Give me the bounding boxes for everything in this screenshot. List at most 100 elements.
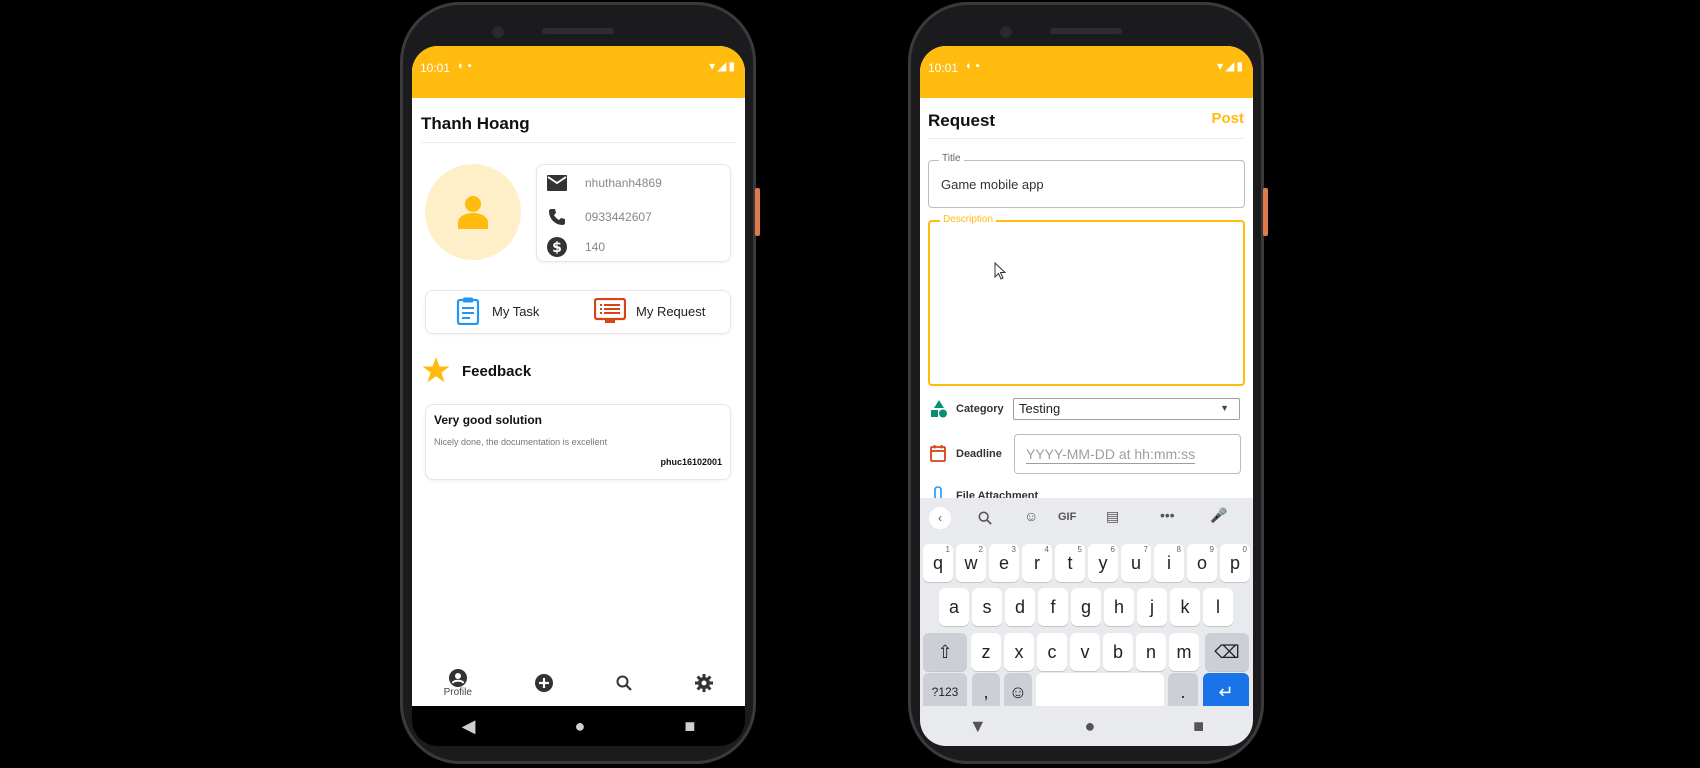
status-bar: 10:01 ◐ ▪ ▾◢▮	[412, 46, 745, 98]
feedback-card[interactable]: Very good solution Nicely done, the docu…	[425, 404, 731, 480]
keyboard-search-icon[interactable]	[978, 511, 992, 525]
my-task-label: My Task	[492, 303, 540, 319]
notification-icons: ◐ ▪	[458, 60, 472, 72]
deadline-label: Deadline	[956, 448, 1002, 460]
key-m[interactable]: m	[1169, 633, 1199, 671]
person-icon	[458, 196, 488, 229]
task-request-card: My Task My Request	[425, 290, 731, 334]
key-z[interactable]: z	[971, 633, 1001, 671]
key-e[interactable]: e3	[989, 544, 1019, 582]
home-icon[interactable]: ●	[1085, 716, 1096, 737]
bottom-navigation: Profile	[412, 660, 745, 706]
search-icon	[616, 675, 633, 691]
star-icon	[422, 357, 450, 383]
recents-icon[interactable]: ■	[685, 716, 696, 737]
clipboard-icon[interactable]: ▤	[1106, 508, 1119, 525]
key-g[interactable]: g	[1071, 588, 1101, 626]
deadline-placeholder: YYYY-MM-DD at hh:mm:ss	[1026, 446, 1196, 464]
key-number-hint: 5	[1077, 545, 1082, 554]
key-v[interactable]: v	[1070, 633, 1100, 671]
feedback-title: Feedback	[462, 363, 532, 380]
description-field[interactable]: Description	[928, 214, 1245, 386]
key-f[interactable]: f	[1038, 588, 1068, 626]
key-p[interactable]: p0	[1220, 544, 1250, 582]
key-number-hint: 6	[1110, 545, 1115, 554]
period-key[interactable]: .	[1168, 673, 1198, 706]
key-l[interactable]: l	[1203, 588, 1233, 626]
key-b[interactable]: b	[1103, 633, 1133, 671]
feedback-card-title: Very good solution	[434, 413, 543, 427]
key-t[interactable]: t5	[1055, 544, 1085, 582]
clipboard-icon	[456, 297, 480, 325]
phone-text: 0933442607	[585, 210, 652, 224]
title-field[interactable]: Title Game mobile app	[928, 153, 1245, 208]
recents-icon[interactable]: ■	[1193, 716, 1204, 737]
header-divider	[928, 138, 1245, 139]
key-c[interactable]: c	[1037, 633, 1067, 671]
add-circle-icon	[535, 674, 554, 692]
nav-profile-label: Profile	[443, 686, 472, 698]
key-k[interactable]: k	[1170, 588, 1200, 626]
key-i[interactable]: i8	[1154, 544, 1184, 582]
more-icon[interactable]: •••	[1160, 507, 1175, 523]
emoji-key[interactable]: ☺	[1004, 673, 1032, 706]
key-h[interactable]: h	[1104, 588, 1134, 626]
front-camera	[1000, 26, 1012, 38]
my-request-button[interactable]: My Request	[594, 298, 705, 324]
key-r[interactable]: r4	[1022, 544, 1052, 582]
key-o[interactable]: o9	[1187, 544, 1217, 582]
keyboard-collapse-icon[interactable]: ‹	[929, 507, 951, 529]
key-u[interactable]: u7	[1121, 544, 1151, 582]
status-bar: 10:01 ◐ ▪ ▾◢▮	[920, 46, 1253, 98]
status-time: 10:01	[928, 61, 959, 75]
email-text: nhuthanh4869	[585, 176, 662, 190]
space-bar[interactable]	[1036, 673, 1164, 706]
status-time: 10:01	[420, 61, 451, 75]
deadline-field[interactable]: YYYY-MM-DD at hh:mm:ss	[1014, 434, 1241, 474]
key-n[interactable]: n	[1136, 633, 1166, 671]
power-button	[1263, 188, 1268, 236]
key-a[interactable]: a	[939, 588, 969, 626]
microphone-icon[interactable]: 🎤	[1210, 507, 1227, 524]
key-y[interactable]: y6	[1088, 544, 1118, 582]
backspace-key[interactable]: ⌫	[1205, 633, 1249, 671]
key-j[interactable]: j	[1137, 588, 1167, 626]
nav-add[interactable]	[535, 674, 554, 692]
my-task-button[interactable]: My Task	[456, 297, 539, 325]
back-icon[interactable]: ▼	[969, 716, 987, 737]
nav-profile[interactable]: Profile	[443, 668, 472, 698]
signal-battery-icons: ▾◢▮	[709, 59, 737, 73]
right-system-nav: ▼ ● ■	[920, 706, 1253, 746]
feedback-card-body: Nicely done, the documentation is excell…	[434, 437, 608, 447]
phone-row: 0933442607	[545, 205, 652, 229]
notification-icons: ◐ ▪	[966, 60, 980, 72]
mouse-cursor-icon	[994, 262, 1006, 280]
home-icon[interactable]: ●	[575, 716, 586, 737]
post-button[interactable]: Post	[1211, 110, 1244, 127]
title-field-label: Title	[939, 153, 964, 164]
front-camera	[492, 26, 504, 38]
symbols-key[interactable]: ?123	[923, 673, 967, 706]
balance-text: 140	[585, 240, 606, 254]
shift-key[interactable]: ⇧	[923, 633, 967, 671]
nav-search[interactable]	[616, 675, 633, 691]
enter-key[interactable]: ↵	[1203, 673, 1249, 706]
gif-button[interactable]: GIF	[1058, 511, 1076, 523]
key-q[interactable]: q1	[923, 544, 953, 582]
key-s[interactable]: s	[972, 588, 1002, 626]
svg-text:$: $	[552, 240, 562, 256]
left-screen: 10:01 ◐ ▪ ▾◢▮ Thanh Hoang nhuthanh4869 0…	[412, 46, 745, 706]
nav-settings[interactable]	[695, 674, 714, 692]
key-w[interactable]: w2	[956, 544, 986, 582]
avatar[interactable]	[425, 164, 521, 260]
category-select[interactable]: Testing ▼	[1013, 398, 1240, 420]
key-d[interactable]: d	[1005, 588, 1035, 626]
key-x[interactable]: x	[1004, 633, 1034, 671]
contact-card: nhuthanh4869 0933442607 $ 140	[536, 164, 731, 262]
key-number-hint: 2	[978, 545, 983, 554]
key-number-hint: 9	[1209, 545, 1214, 554]
comma-key[interactable]: ,	[972, 673, 1000, 706]
back-icon[interactable]: ◀	[462, 716, 476, 737]
key-number-hint: 8	[1176, 545, 1181, 554]
sticker-icon[interactable]: ☺	[1024, 508, 1038, 524]
